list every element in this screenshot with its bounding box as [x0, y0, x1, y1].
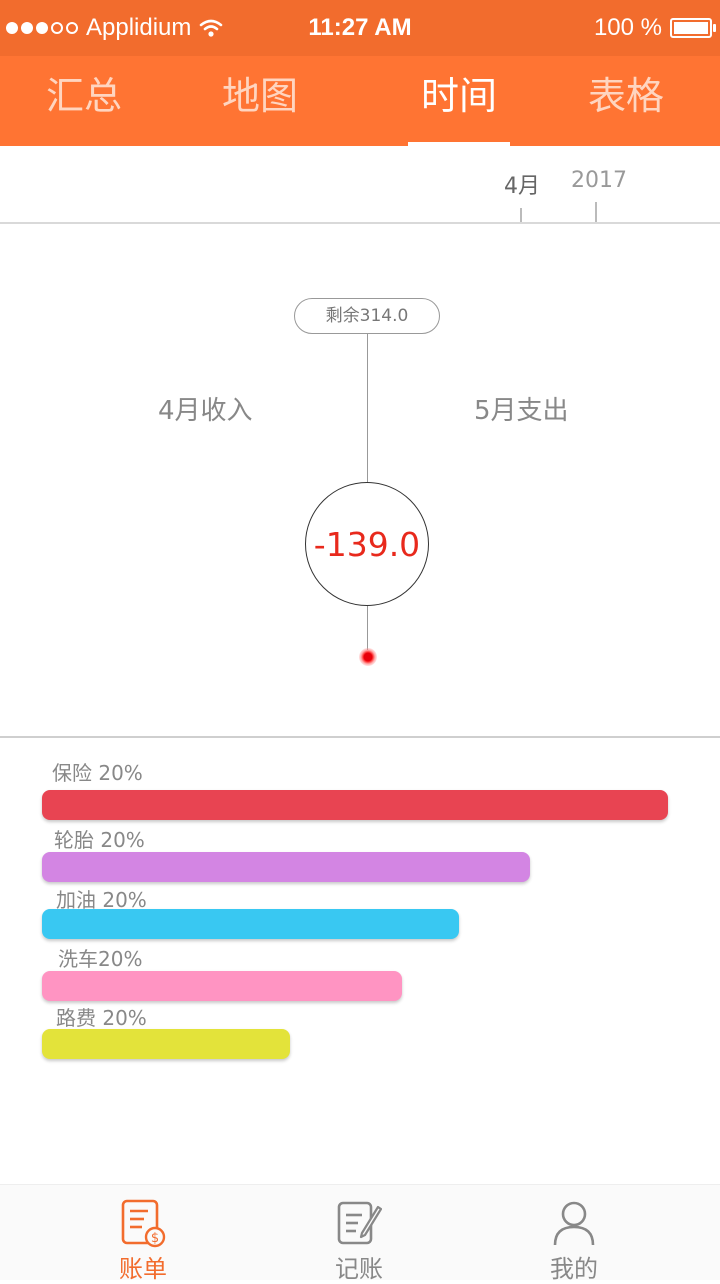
nav-record-label: 记账 [335, 1255, 383, 1283]
tab-table[interactable]: 表格 [566, 56, 686, 146]
expense-label: 5月支出 [474, 396, 569, 426]
tab-map[interactable]: 地图 [200, 56, 320, 146]
category-label-tires: 轮胎 20% [54, 828, 145, 852]
month-tick [520, 208, 522, 222]
person-icon [553, 1201, 595, 1246]
nav-record[interactable]: 记账 [299, 1185, 419, 1283]
timeline-year[interactable]: 2017 [571, 168, 627, 193]
top-tab-bar: 汇总 地图 时间 表格 [0, 56, 720, 146]
connector-bottom [367, 606, 368, 650]
category-label-insurance: 保险 20% [52, 761, 143, 785]
timeline-strip[interactable]: 4月 2017 [0, 146, 720, 224]
battery-group: 100 % [593, 14, 716, 42]
svg-text:$: $ [151, 1231, 159, 1246]
timeline-month[interactable]: 4月 [504, 168, 540, 200]
nav-bills-label: 账单 [119, 1255, 167, 1283]
category-bar-tolls[interactable] [42, 1029, 290, 1059]
category-bar-fuel[interactable] [42, 909, 459, 939]
battery-percent: 100 % [593, 14, 662, 41]
battery-icon [670, 18, 716, 38]
category-bar-carwash[interactable] [42, 971, 402, 1001]
bottom-nav: $ 账单 记账 我的 [0, 1184, 720, 1283]
bill-icon: $ [121, 1199, 166, 1248]
status-bar: Applidium 11:27 AM 100 % [0, 0, 720, 56]
category-bar-tires[interactable] [42, 852, 530, 882]
category-label-tolls: 路费 20% [56, 1006, 147, 1030]
timeline-marker-dot [359, 648, 377, 666]
nav-mine-label: 我的 [550, 1255, 598, 1283]
write-icon [337, 1201, 382, 1245]
income-label: 4月收入 [158, 396, 253, 426]
balance-circle[interactable]: -139.0 [305, 482, 429, 606]
remaining-pill: 剩余314.0 [294, 298, 440, 334]
category-label-carwash: 洗车20% [58, 947, 143, 971]
connector-top [367, 334, 368, 482]
nav-mine[interactable]: 我的 [514, 1185, 634, 1283]
year-tick [595, 202, 597, 222]
category-bar-insurance[interactable] [42, 790, 668, 820]
section-divider [0, 736, 720, 738]
tab-summary[interactable]: 汇总 [24, 56, 144, 146]
nav-bills[interactable]: $ 账单 [83, 1185, 203, 1283]
balance-value: -139.0 [313, 524, 421, 564]
tab-time[interactable]: 时间 [399, 56, 519, 146]
